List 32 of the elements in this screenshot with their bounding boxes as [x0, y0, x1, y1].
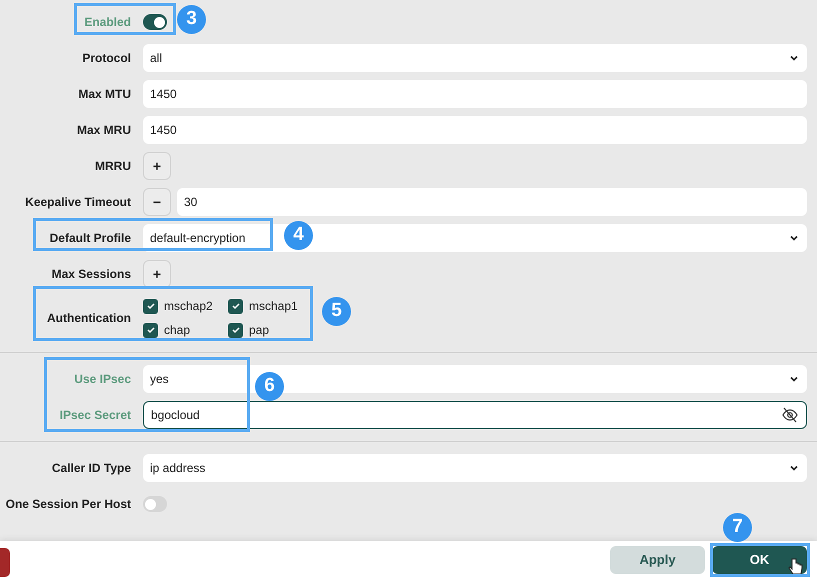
dropdown[interactable]: all [143, 44, 807, 72]
input-field[interactable]: 30 [177, 188, 807, 216]
callout-badge: 5 [322, 297, 351, 326]
stepper-button[interactable]: + [143, 152, 171, 180]
field-label: Keepalive Timeout [24, 194, 131, 211]
checkbox-label: chap [164, 322, 190, 339]
field-label: Enabled [83, 14, 131, 31]
checkbox-label: mschap1 [249, 298, 298, 315]
callout-badge: 3 [177, 5, 206, 34]
input-field[interactable]: bgocloud [143, 401, 807, 429]
input-field[interactable]: 1450 [143, 116, 807, 144]
dropdown[interactable]: ip address [143, 454, 807, 482]
field-label: Max MTU [77, 86, 131, 103]
field-label: One Session Per Host [4, 496, 131, 513]
field-label: Max MRU [76, 122, 131, 139]
stepper-button[interactable]: − [143, 188, 171, 216]
field-label: Default Profile [48, 230, 131, 247]
field-label: Authentication [46, 310, 131, 327]
field-label: Protocol [81, 50, 131, 67]
checkbox-label: pap [249, 322, 270, 339]
field-label: IPsec Secret [58, 407, 131, 424]
apply-button[interactable]: Apply [610, 546, 705, 574]
input-field[interactable]: 1450 [143, 80, 807, 108]
stepper-button[interactable]: + [143, 260, 171, 288]
field-label: Max Sessions [50, 266, 131, 283]
field-label: MRRU [94, 158, 131, 175]
field-label: Use IPsec [73, 371, 131, 388]
callout-badge: 6 [255, 372, 284, 401]
checkbox-label: mschap2 [164, 298, 213, 315]
field-label: Caller ID Type [50, 460, 131, 477]
ok-button[interactable]: OK [712, 546, 807, 574]
callout-badge: 7 [723, 513, 752, 542]
